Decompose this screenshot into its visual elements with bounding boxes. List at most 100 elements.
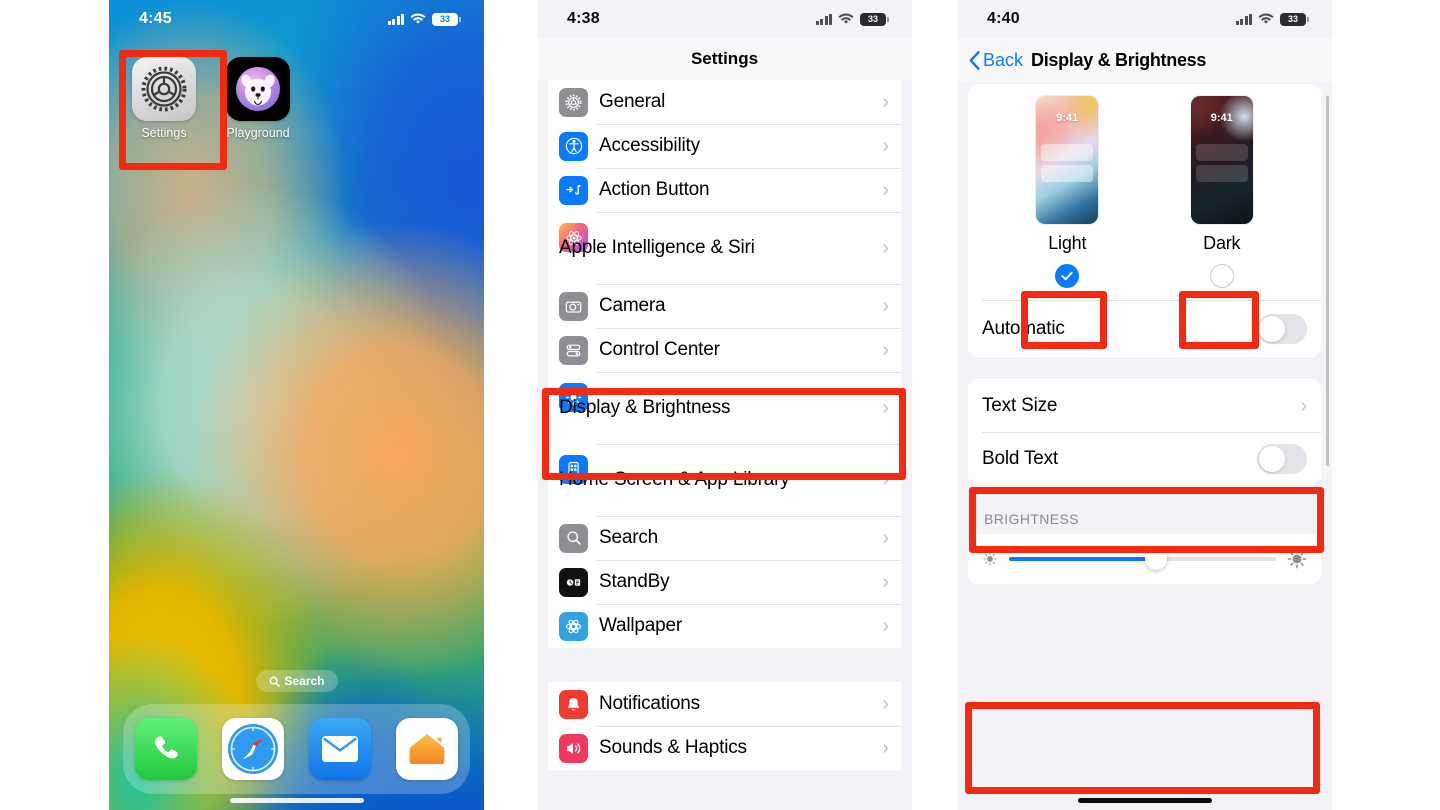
status-bar-settings: 4:38 33 [537,0,912,38]
chevron-right-icon: › [882,527,889,549]
automatic-label: Automatic [982,318,1065,339]
iphone-home-screen-panel: 4:45 33 Settings Playground Search [109,0,484,810]
preview-time: 9:41 [1056,112,1079,124]
safari-compass-icon[interactable] [222,718,285,780]
home-indicator [1077,798,1212,803]
sidebar-item-home-screen[interactable]: Home Screen & App Library › [548,444,901,516]
appearance-card: 9:41 Light 9:41 Dark Automatic [968,84,1321,357]
settings-group-2: Notifications › Sounds & Haptics › [548,682,901,770]
home-indicator [229,798,364,803]
sidebar-item-standby[interactable]: StandBy › [548,560,901,604]
sidebar-item-action-button[interactable]: Action Button › [548,168,901,212]
chevron-right-icon: › [882,91,889,113]
brightness-slider-fill [1009,557,1156,561]
row-label: Control Center [599,338,720,360]
page-title: Settings [690,49,759,68]
display-brightness-panel: 4:40 33 Back Display & Brightness 9:41 L… [957,0,1332,810]
display-scroll[interactable]: 9:41 Light 9:41 Dark Automatic Text Size… [957,84,1332,810]
general-gear-icon [559,87,588,117]
brightness-high-icon [1287,549,1307,569]
light-theme-radio-checked[interactable] [1055,264,1080,288]
preview-notification [1041,144,1094,161]
scrollbar[interactable] [1326,96,1329,466]
dock [123,704,470,794]
image-playground-icon[interactable] [226,57,290,121]
app-icon-playground[interactable]: Playground [221,57,295,140]
camera-icon [559,291,588,321]
home-house-icon[interactable] [395,718,458,780]
chevron-right-icon: › [882,397,889,419]
row-label: Action Button [599,178,710,200]
theme-label-light: Light [1048,233,1087,253]
preview-notification [1195,144,1248,161]
chevron-right-icon: › [882,615,889,637]
status-icons: 33 [1235,12,1309,26]
gear-glyph [141,66,187,112]
row-label: Sounds & Haptics [599,736,747,758]
bold-text-label: Bold Text [982,447,1059,469]
notifications-bell-icon [559,689,588,719]
row-label: Display & Brightness [559,396,731,418]
brightness-slider-track[interactable] [1009,548,1276,570]
theme-option-light[interactable]: 9:41 Light [1012,96,1122,288]
chevron-right-icon: › [882,693,889,715]
dark-theme-radio-unchecked[interactable] [1209,264,1234,288]
sidebar-item-control-center[interactable]: Control Center › [548,328,901,372]
row-label: Apple Intelligence & Siri [559,236,755,258]
text-size-label: Text Size [982,394,1058,416]
home-search-pill[interactable]: Search [255,670,338,692]
preview-notification [1041,165,1094,182]
row-label: StandBy [599,570,670,592]
battery-icon: 33 [432,12,461,26]
app-grid: Settings Playground [127,57,295,140]
sidebar-item-apple-intelligence[interactable]: Apple Intelligence & Siri › [548,212,901,284]
sidebar-item-notifications[interactable]: Notifications › [548,682,901,726]
chevron-right-icon: › [882,339,889,361]
accessibility-icon [559,131,588,161]
cellular-signal-icon [387,13,404,25]
action-button-icon [559,175,588,205]
sidebar-item-search[interactable]: Search › [548,516,901,560]
automatic-toggle[interactable] [1257,314,1307,344]
light-theme-preview-icon: 9:41 [1036,96,1099,224]
sidebar-item-general[interactable]: General › [548,80,901,124]
bold-text-toggle[interactable] [1257,443,1307,474]
app-icon-settings[interactable]: Settings [127,57,201,140]
text-settings-card: Text Size › Bold Text [968,379,1321,485]
text-size-row[interactable]: Text Size › [968,379,1321,432]
preview-time: 9:41 [1210,112,1233,124]
phone-icon[interactable] [135,718,198,780]
sidebar-item-camera[interactable]: Camera › [548,284,901,328]
back-button[interactable]: Back [969,50,1023,71]
settings-gear-icon[interactable] [132,57,196,121]
app-label-playground: Playground [226,126,290,140]
bold-text-row[interactable]: Bold Text [968,432,1321,485]
safari-glyph [228,724,279,774]
sidebar-item-accessibility[interactable]: Accessibility › [548,124,901,168]
chevron-right-icon: › [882,179,889,201]
preview-notification [1195,165,1248,182]
sidebar-item-display-brightness[interactable]: Display & Brightness › [548,372,901,444]
house-glyph [409,734,445,764]
app-label-settings: Settings [141,126,187,140]
theme-option-dark[interactable]: 9:41 Dark [1167,96,1277,288]
brightness-slider-knob[interactable] [1144,548,1167,570]
screenshot-stage: 4:45 33 Settings Playground Search 4:38 … [0,0,1440,810]
sidebar-item-sounds-haptics[interactable]: Sounds & Haptics › [548,726,901,770]
automatic-row[interactable]: Automatic [968,301,1321,357]
settings-list-scroll[interactable]: General › Accessibility › Action Button … [537,80,912,810]
chevron-right-icon: › [882,237,889,259]
theme-label-dark: Dark [1203,233,1241,253]
status-time: 4:38 [567,10,600,27]
status-icons: 33 [815,12,889,26]
settings-group-1: General › Accessibility › Action Button … [548,80,901,648]
status-bar-display: 4:40 33 [957,0,1332,38]
row-label: Search [599,526,659,548]
status-bar-home: 4:45 33 [109,0,484,38]
sidebar-item-wallpaper[interactable]: Wallpaper › [548,604,901,648]
row-label: Wallpaper [599,614,683,636]
wifi-icon [1258,13,1274,24]
display-nav-bar: Back Display & Brightness [957,38,1332,82]
mail-envelope-icon[interactable] [308,718,371,780]
dark-theme-preview-icon: 9:41 [1190,96,1253,224]
